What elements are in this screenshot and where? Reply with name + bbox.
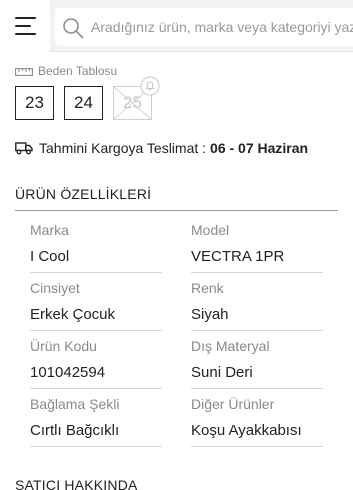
top-bar <box>0 0 353 52</box>
attribute-value: I Cool <box>30 248 70 265</box>
size-chart-link[interactable]: Beden Tablosu <box>15 64 117 78</box>
size-option[interactable]: 23 <box>15 86 54 120</box>
hamburger-menu-icon[interactable] <box>0 0 50 52</box>
attribute-value: Koşu Ayakkabısı <box>191 422 302 439</box>
delivery-label: Tahmini Kargoya Teslimat : <box>39 140 207 156</box>
seller-info-title[interactable]: SATICI HAKKINDA <box>15 477 138 490</box>
ruler-icon <box>15 68 33 76</box>
search-bar[interactable] <box>55 8 353 46</box>
bell-icon[interactable] <box>140 76 160 96</box>
attribute-value: Siyah <box>191 306 229 323</box>
section-divider <box>15 210 338 211</box>
attribute-value: Suni Deri <box>191 364 253 381</box>
attribute-label: Cinsiyet <box>30 280 80 296</box>
attribute-label: Ürün Kodu <box>30 338 97 354</box>
attribute-value: Erkek Çocuk <box>30 306 116 323</box>
delivery-dates: 06 - 07 Haziran <box>210 140 309 156</box>
size-option[interactable]: 24 <box>64 86 103 120</box>
attribute-label: Model <box>191 222 230 238</box>
search-input[interactable] <box>91 8 353 46</box>
size-chart-label: Beden Tablosu <box>38 64 118 78</box>
attribute-value: Cırtlı Bağcıklı <box>30 422 120 439</box>
attribute-label: Dış Materyal <box>191 338 270 354</box>
attribute-label: Marka <box>30 222 69 238</box>
attribute-label: Bağlama Şekli <box>30 396 120 412</box>
estimated-delivery: Tahmini Kargoya Teslimat : 06 - 07 Hazir… <box>15 139 308 157</box>
size-option-unavailable[interactable]: 25 <box>113 76 160 120</box>
attribute-value: VECTRA 1PR <box>191 248 285 265</box>
product-features-title: ÜRÜN ÖZELLİKLERİ <box>15 186 152 202</box>
search-icon[interactable] <box>62 17 84 39</box>
attribute-value: 101042594 <box>30 364 106 381</box>
attribute-label: Renk <box>191 280 224 296</box>
attribute-label: Diğer Ürünler <box>191 396 275 412</box>
truck-icon <box>15 142 33 155</box>
